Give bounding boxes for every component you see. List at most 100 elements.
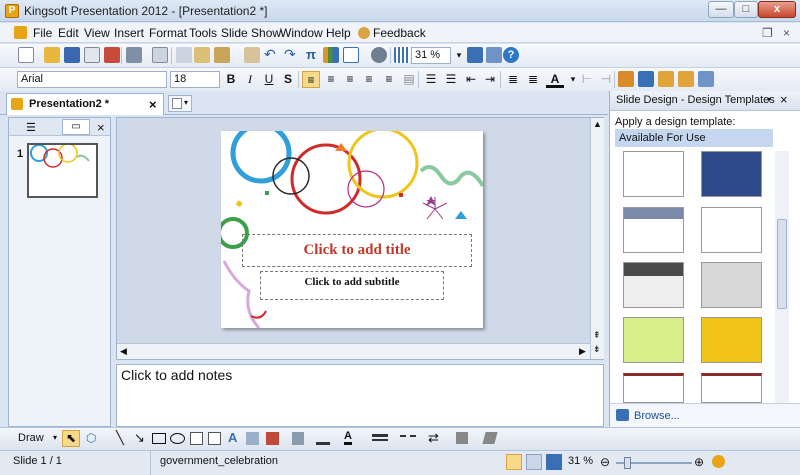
draw-dropdown-icon[interactable]: ▾: [53, 433, 57, 442]
autoshapes-icon[interactable]: ⬡: [86, 431, 96, 445]
arrow-icon[interactable]: ↘: [134, 430, 145, 446]
template-thumb-6[interactable]: [701, 262, 762, 308]
zoom-combo[interactable]: 31 %: [411, 47, 451, 64]
select-pointer-icon[interactable]: ⬉: [62, 430, 80, 447]
close-button[interactable]: x: [758, 1, 796, 18]
textbox-icon[interactable]: [190, 432, 203, 445]
new-tab-button[interactable]: ▾: [168, 95, 192, 112]
menu-view[interactable]: View: [84, 26, 110, 40]
tab-close-icon[interactable]: ×: [149, 97, 157, 112]
clipart-icon[interactable]: [246, 432, 259, 445]
template-thumb-1[interactable]: [623, 151, 684, 197]
maximize-button[interactable]: □: [734, 1, 758, 18]
line-style-icon[interactable]: [372, 434, 388, 441]
media-icon[interactable]: [371, 47, 387, 63]
zoom-out-icon[interactable]: ⊖: [600, 455, 610, 469]
scroll-right-icon[interactable]: ▶: [579, 346, 586, 357]
slide-layout-icon[interactable]: [618, 71, 634, 87]
animation-icon[interactable]: [698, 71, 714, 87]
font-name-combo[interactable]: Arial: [17, 71, 167, 88]
align-center-icon[interactable]: ≡: [322, 71, 340, 88]
numbering-icon[interactable]: ☰: [422, 71, 440, 88]
paragraph-spacing-icon[interactable]: ≣: [524, 71, 542, 88]
table-icon[interactable]: [343, 47, 359, 63]
decrease-indent-icon[interactable]: ⇤: [462, 71, 480, 88]
wordart-icon[interactable]: A: [228, 430, 237, 445]
slide-show-icon[interactable]: [546, 454, 562, 470]
zoom-dropdown-icon[interactable]: ▾: [451, 47, 467, 63]
print-icon[interactable]: [126, 47, 142, 63]
subtitle-placeholder[interactable]: Click to add subtitle: [260, 271, 444, 300]
restore-document-button[interactable]: ❐: [762, 26, 773, 40]
vertical-textbox-icon[interactable]: [208, 432, 221, 445]
align-left-icon[interactable]: ≡: [302, 71, 320, 88]
align-right-icon[interactable]: ≡: [341, 71, 359, 88]
font-size-combo[interactable]: 18: [170, 71, 220, 88]
redo-icon[interactable]: ↷: [284, 47, 300, 63]
vertical-scrollbar[interactable]: ▲ ⇞ ⇟: [590, 118, 604, 359]
line-icon[interactable]: ╲: [116, 430, 124, 446]
menu-insert[interactable]: Insert: [114, 26, 144, 40]
mail-icon[interactable]: [84, 47, 100, 63]
line-spacing-icon[interactable]: ≣: [504, 71, 522, 88]
shape-align-left-icon[interactable]: ⊢: [578, 71, 596, 88]
new-slide-icon[interactable]: [638, 71, 654, 87]
template-thumb-2[interactable]: [701, 151, 762, 197]
template-thumb-8[interactable]: [701, 317, 762, 363]
slide-thumbnail[interactable]: [27, 143, 98, 198]
app-menu-icon[interactable]: [14, 26, 27, 39]
slide-sorter-icon[interactable]: [526, 454, 542, 470]
scroll-left-icon[interactable]: ◀: [120, 346, 127, 357]
chart-icon[interactable]: [323, 47, 339, 63]
available-for-use-header[interactable]: Available For Use: [615, 129, 773, 147]
increase-indent-icon[interactable]: ⇥: [481, 71, 499, 88]
grid-icon[interactable]: [394, 47, 410, 63]
scroll-thumb[interactable]: [777, 219, 787, 309]
close-document-button[interactable]: ×: [783, 26, 790, 40]
template-thumb-9[interactable]: [623, 373, 684, 403]
font-color-draw-icon[interactable]: A: [344, 430, 352, 445]
zoom-slider-thumb[interactable]: [624, 457, 631, 469]
browse-link[interactable]: Browse...: [634, 410, 680, 422]
minimize-button[interactable]: —: [708, 1, 734, 18]
open-icon[interactable]: [44, 47, 60, 63]
horizontal-scrollbar[interactable]: ◀ ▶: [117, 343, 590, 359]
template-thumb-3[interactable]: [623, 207, 684, 253]
scroll-up-icon[interactable]: ▲: [593, 119, 602, 129]
menu-window[interactable]: Window: [280, 26, 323, 40]
notes-pane[interactable]: Click to add notes: [116, 364, 604, 427]
underline-button[interactable]: U: [260, 71, 278, 88]
draw-menu[interactable]: Draw: [18, 432, 44, 444]
scroll-prev-icon[interactable]: ⇞: [593, 330, 601, 341]
menu-slide-show[interactable]: Slide Show: [221, 26, 281, 40]
menu-format[interactable]: Format: [149, 26, 187, 40]
shape-align-center-icon[interactable]: ⊣: [597, 71, 615, 88]
save-icon[interactable]: [64, 47, 80, 63]
copy-icon[interactable]: [194, 47, 210, 63]
template-thumb-4[interactable]: [701, 207, 762, 253]
shadow-button[interactable]: S: [279, 71, 297, 88]
template-thumb-7[interactable]: [623, 317, 684, 363]
oval-icon[interactable]: [170, 433, 185, 444]
picture-icon[interactable]: [266, 432, 279, 445]
title-placeholder[interactable]: Click to add title: [242, 234, 472, 267]
menu-feedback[interactable]: Feedback: [373, 26, 426, 40]
line-color-icon[interactable]: [316, 432, 330, 445]
task-pane-menu-icon[interactable]: ▾: [767, 95, 771, 104]
dash-style-icon[interactable]: [400, 435, 416, 439]
menu-file[interactable]: File: [33, 26, 52, 40]
home-icon[interactable]: [467, 47, 483, 63]
rectangle-icon[interactable]: [152, 433, 166, 444]
cut-icon[interactable]: [176, 47, 192, 63]
normal-view-icon[interactable]: [506, 454, 522, 470]
menu-edit[interactable]: Edit: [58, 26, 79, 40]
print-preview-icon[interactable]: [152, 47, 168, 63]
slide-canvas[interactable]: Click to add title Click to add subtitle: [221, 131, 483, 328]
fill-color-icon[interactable]: [292, 432, 304, 445]
panel-close-icon[interactable]: ×: [97, 120, 105, 135]
export-pdf-icon[interactable]: [104, 47, 120, 63]
formula-icon[interactable]: π: [306, 47, 322, 63]
text-direction-icon[interactable]: ▤: [400, 71, 418, 88]
scroll-next-icon[interactable]: ⇟: [593, 344, 601, 355]
menu-help[interactable]: Help: [326, 26, 351, 40]
